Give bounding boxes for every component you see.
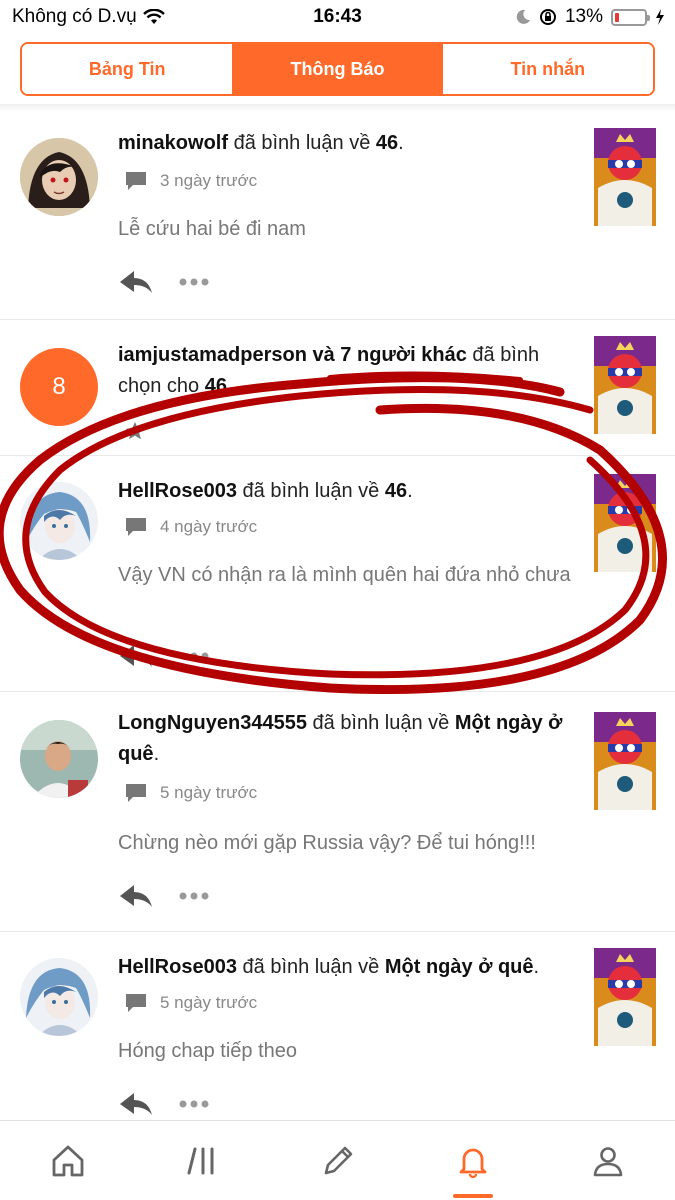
story-cover-thumbnail[interactable] bbox=[594, 474, 656, 572]
reply-icon[interactable] bbox=[118, 268, 154, 296]
nav-profile[interactable] bbox=[540, 1121, 675, 1200]
username[interactable]: HellRose003 bbox=[118, 480, 237, 502]
story-link[interactable]: 46 bbox=[205, 375, 227, 397]
notification-item[interactable]: minakowolf đã bình luận về 46. 3 ngày tr… bbox=[0, 112, 675, 320]
more-options-icon[interactable] bbox=[178, 1099, 210, 1109]
nav-write[interactable] bbox=[270, 1121, 405, 1200]
punctuation: . bbox=[533, 956, 540, 978]
tab-notifications[interactable]: Thông Báo bbox=[232, 44, 443, 94]
notification-feed[interactable]: minakowolf đã bình luận về 46. 3 ngày tr… bbox=[0, 112, 675, 1120]
star-icon bbox=[125, 421, 145, 440]
avatar-image bbox=[20, 138, 98, 216]
notification-meta: 3 ngày trước bbox=[124, 170, 257, 192]
battery-percent: 13% bbox=[564, 6, 603, 27]
notification-actions bbox=[118, 1090, 210, 1118]
avatar-image bbox=[20, 720, 98, 798]
story-link[interactable]: 46 bbox=[376, 132, 398, 154]
punctuation: . bbox=[398, 132, 404, 154]
story-cover-thumbnail[interactable] bbox=[594, 948, 656, 1046]
avatar[interactable] bbox=[20, 482, 98, 560]
timestamp: 5 ngày trước bbox=[160, 783, 258, 802]
avatar[interactable] bbox=[20, 720, 98, 798]
reply-icon[interactable] bbox=[118, 1090, 154, 1118]
comment-text: Vậy VN có nhận ra là mình quên hai đứa n… bbox=[118, 564, 571, 586]
more-options-icon[interactable] bbox=[178, 277, 210, 287]
notification-actions bbox=[118, 882, 210, 910]
notification-meta: 5 ngày trước bbox=[124, 992, 257, 1014]
tab-messages[interactable]: Tin nhắn bbox=[442, 44, 653, 94]
story-cover-thumbnail[interactable] bbox=[594, 128, 656, 226]
notification-item[interactable]: 8 iamjustamadperson và 7 người khác đã b… bbox=[0, 320, 675, 456]
header-shadow bbox=[0, 104, 675, 112]
action-text: đã bình luận về bbox=[228, 132, 376, 154]
active-tab-indicator bbox=[452, 1194, 493, 1198]
avatar[interactable] bbox=[20, 138, 98, 216]
nav-notifications[interactable] bbox=[405, 1121, 540, 1200]
comment-icon bbox=[126, 994, 146, 1012]
punctuation: . bbox=[407, 480, 413, 502]
notification-text: iamjustamadperson và 7 người khác đã bìn… bbox=[118, 340, 580, 402]
notification-actions bbox=[118, 268, 210, 296]
timestamp: 4 ngày trước bbox=[160, 517, 258, 536]
notification-text: HellRose003 đã bình luận về Một ngày ở q… bbox=[118, 952, 580, 983]
comment-text: Hóng chap tiếp theo bbox=[118, 1040, 298, 1062]
notification-text: LongNguyen344555 đã bình luận về Một ngà… bbox=[118, 708, 580, 770]
reply-icon[interactable] bbox=[118, 642, 154, 670]
story-cover-thumbnail[interactable] bbox=[594, 712, 656, 810]
status-right: 13% bbox=[515, 6, 665, 28]
punctuation: . bbox=[153, 743, 160, 765]
vote-count-avatar[interactable]: 8 bbox=[20, 348, 98, 426]
tab-bar: Bảng Tin Thông Báo Tin nhắn bbox=[20, 42, 655, 96]
nav-home[interactable] bbox=[0, 1121, 135, 1200]
action-text: đã bình luận về bbox=[236, 956, 385, 978]
punctuation: . bbox=[226, 375, 233, 397]
action-text: đã bình luận về bbox=[236, 480, 385, 502]
notification-item[interactable]: LongNguyen344555 đã bình luận về Một ngà… bbox=[0, 692, 675, 932]
story-link[interactable]: Một ngày ở quê bbox=[385, 956, 534, 978]
notification-actions bbox=[118, 642, 210, 670]
notification-text: HellRose003 đã bình luận về 46. bbox=[118, 476, 580, 507]
story-cover-thumbnail[interactable] bbox=[594, 336, 656, 434]
comment-icon bbox=[126, 172, 146, 190]
tab-news-feed[interactable]: Bảng Tin bbox=[22, 44, 233, 94]
notification-item[interactable]: HellRose003 đã bình luận về Một ngày ở q… bbox=[0, 932, 675, 1120]
username[interactable]: iamjustamadperson và 7 người khác bbox=[118, 344, 467, 366]
comment-text: Chừng nèo mới gặp Russia vậy? Để tui hón… bbox=[118, 832, 536, 854]
reply-icon[interactable] bbox=[118, 882, 154, 910]
rotation-lock-icon bbox=[539, 9, 556, 25]
profile-icon bbox=[593, 1146, 622, 1176]
comment-text: Lễ cứu hai bé đi nam bbox=[118, 218, 306, 240]
more-options-icon[interactable] bbox=[178, 891, 210, 901]
comment-icon bbox=[126, 518, 146, 536]
username[interactable]: LongNguyen344555 bbox=[118, 712, 307, 734]
avatar[interactable] bbox=[20, 958, 98, 1036]
library-icon bbox=[187, 1147, 213, 1174]
avatar-image bbox=[20, 482, 98, 560]
more-options-icon[interactable] bbox=[178, 651, 210, 661]
action-text: đã bình luận về bbox=[306, 712, 455, 734]
notification-meta bbox=[124, 420, 146, 442]
battery-fill bbox=[615, 12, 619, 22]
nav-library[interactable] bbox=[135, 1121, 270, 1200]
comment-icon bbox=[126, 784, 146, 802]
notification-text: minakowolf đã bình luận về 46. bbox=[118, 128, 580, 159]
notification-meta: 5 ngày trước bbox=[124, 782, 257, 804]
notification-item[interactable]: HellRose003 đã bình luận về 46. 4 ngày t… bbox=[0, 456, 675, 692]
home-icon bbox=[52, 1145, 83, 1176]
bottom-navigation bbox=[0, 1120, 675, 1200]
story-link[interactable]: 46 bbox=[385, 480, 407, 502]
timestamp: 3 ngày trước bbox=[160, 171, 258, 190]
battery-icon bbox=[611, 8, 650, 26]
timestamp: 5 ngày trước bbox=[160, 993, 258, 1012]
notification-meta: 4 ngày trước bbox=[124, 516, 257, 538]
pencil-icon bbox=[324, 1146, 352, 1174]
charging-bolt-icon bbox=[656, 9, 664, 25]
bell-icon bbox=[459, 1148, 486, 1178]
moon-icon bbox=[516, 9, 530, 24]
avatar-image bbox=[20, 958, 98, 1036]
username[interactable]: HellRose003 bbox=[118, 956, 237, 978]
status-bar: Không có D.vụ 16:43 13% bbox=[0, 0, 675, 34]
username[interactable]: minakowolf bbox=[118, 132, 228, 154]
